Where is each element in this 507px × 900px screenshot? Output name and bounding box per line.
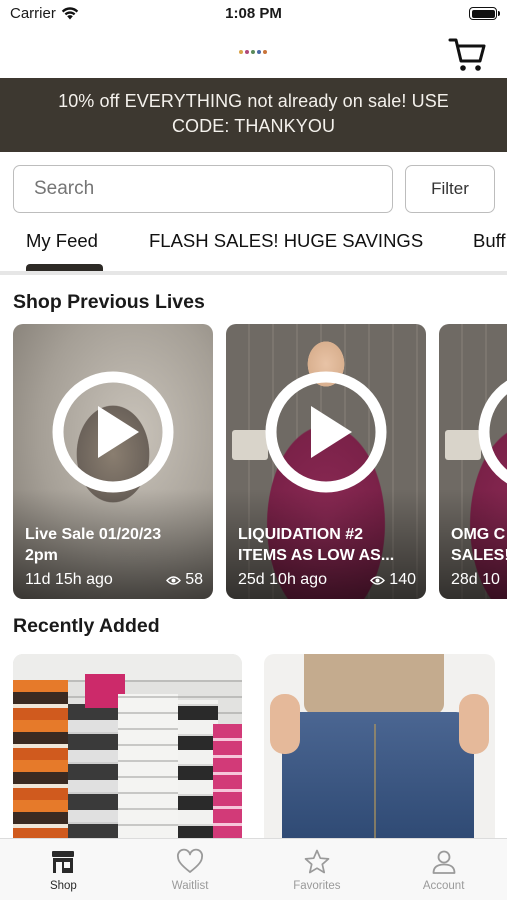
app-header	[0, 28, 507, 78]
live-age: 11d 15h ago	[25, 571, 113, 588]
tab-bar-waitlist[interactable]: Waitlist	[127, 839, 254, 900]
play-icon[interactable]	[265, 371, 387, 493]
live-title: Live Sale 01/20/23 2pm	[25, 526, 162, 564]
star-icon	[304, 849, 330, 874]
tab-bar-shop[interactable]: Shop	[0, 839, 127, 900]
live-title: LIQUIDATION #2 ITEMS AS LOW AS...	[238, 526, 395, 564]
tab-my-feed[interactable]: My Feed	[26, 230, 98, 252]
tab-bar-label: Favorites	[293, 880, 341, 892]
live-card[interactable]: LIQUIDATION #2 ITEMS AS LOW AS... 25d 10…	[226, 324, 426, 599]
tab-flash-sales[interactable]: FLASH SALES! HUGE SAVINGS	[149, 230, 423, 252]
tab-bar-label: Shop	[49, 880, 77, 892]
live-age: 25d 10h ago	[238, 571, 327, 588]
tab-bar-favorites[interactable]: Favorites	[254, 839, 381, 900]
person-icon	[432, 850, 456, 874]
bottom-tab-bar: Shop Waitlist Favorites Account	[0, 838, 507, 900]
heart-icon	[177, 848, 204, 873]
live-card[interactable]: OMG C SALES! 28d 10	[439, 324, 507, 599]
tab-bar-label: Waitlist	[171, 880, 209, 892]
live-age: 28d 10	[451, 571, 500, 588]
view-count-value: 58	[185, 571, 203, 588]
product-image	[304, 654, 444, 714]
tab-bar-label: Account	[422, 880, 465, 892]
eye-icon	[166, 575, 182, 585]
boutique-logo[interactable]	[236, 46, 270, 58]
eye-icon	[370, 575, 386, 585]
filter-button[interactable]: Filter	[405, 165, 495, 213]
previous-lives-carousel: Live Sale 01/20/23 2pm 11d 15h ago 58 LI…	[13, 324, 507, 599]
section-title-previous-lives: Shop Previous Lives	[13, 291, 205, 313]
promo-banner[interactable]: 10% off EVERYTHING not already on sale! …	[0, 78, 507, 152]
live-title: OMG C SALES!	[451, 526, 507, 564]
storefront-icon	[52, 851, 75, 873]
feed-tabs: My Feed FLASH SALES! HUGE SAVINGS Buff	[0, 226, 507, 276]
view-count: 58	[166, 571, 203, 589]
view-count-value: 140	[389, 571, 416, 588]
cart-icon[interactable]	[447, 34, 487, 74]
search-input[interactable]	[13, 165, 393, 213]
product-card[interactable]	[264, 654, 495, 840]
view-count: 140	[370, 571, 416, 589]
play-icon[interactable]	[52, 371, 174, 493]
tabs-divider	[0, 271, 507, 275]
live-card[interactable]: Live Sale 01/20/23 2pm 11d 15h ago 58	[13, 324, 213, 599]
status-bar: Carrier 1:08 PM	[0, 0, 507, 28]
tab-buff[interactable]: Buff	[473, 230, 506, 252]
play-icon[interactable]	[478, 371, 507, 493]
clock: 1:08 PM	[225, 5, 282, 22]
section-title-recently-added: Recently Added	[13, 615, 160, 637]
battery-icon	[469, 7, 500, 20]
product-card[interactable]	[13, 654, 242, 840]
tab-bar-account[interactable]: Account	[380, 839, 507, 900]
